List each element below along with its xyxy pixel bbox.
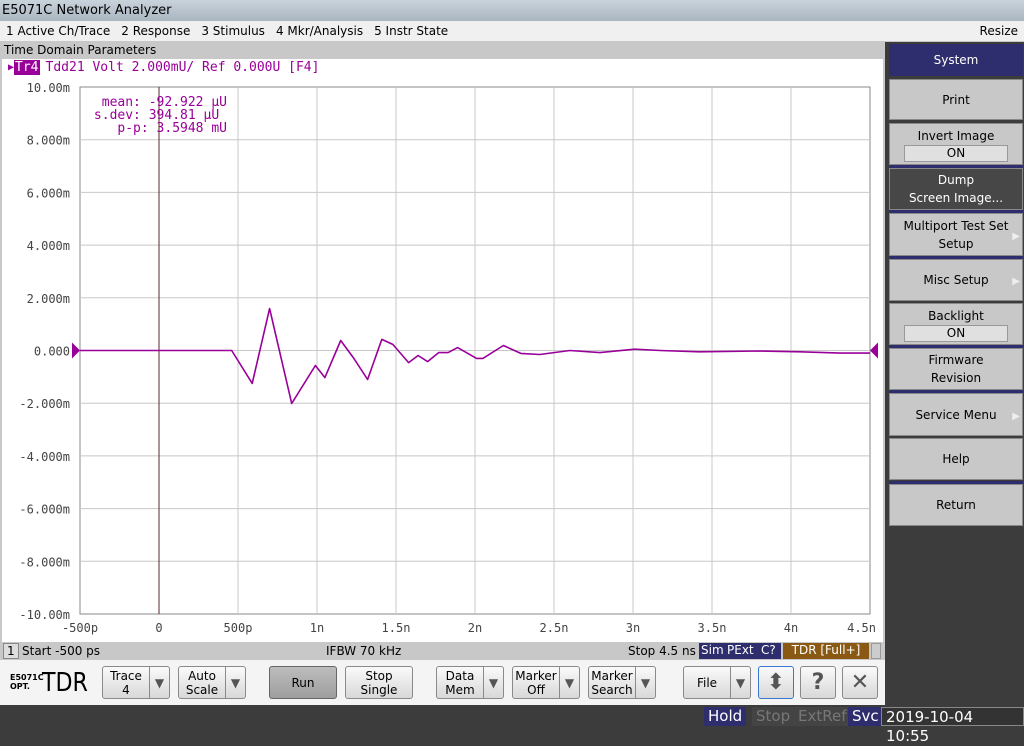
menu-bar: 1 Active Ch/Trace 2 Response 3 Stimulus …: [0, 21, 1024, 42]
y-tick-label: 4.000m: [27, 239, 70, 253]
tdr-logo: TDR: [42, 668, 88, 698]
auto-scale-button[interactable]: Auto Scale ▼: [178, 666, 246, 699]
marker-off-button[interactable]: Marker Off ▼: [512, 666, 580, 699]
softkey-backlight[interactable]: Backlight ON: [889, 303, 1023, 345]
softkey-system-title: System: [889, 44, 1023, 76]
menu-stimulus[interactable]: 3 Stimulus: [201, 24, 265, 38]
x-tick-label: 0: [155, 621, 162, 635]
y-tick-label: -8.000m: [19, 555, 70, 569]
marker-search-button[interactable]: Marker Search ▼: [588, 666, 656, 699]
sim-badge: Sim: [699, 643, 726, 659]
x-tick-label: 3n: [626, 621, 640, 635]
tdr-logo-small: E5071C OPT.: [10, 673, 44, 691]
softkey-misc-setup[interactable]: Misc Setup ▶: [889, 259, 1023, 301]
y-tick-label: -2.000m: [19, 397, 70, 411]
x-tick-label: 1n: [310, 621, 324, 635]
y-tick-label: 2.000m: [27, 292, 70, 306]
date-time: 2019-10-04 10:55: [881, 707, 1024, 745]
stop-value: Stop 4.5 ns: [628, 644, 696, 658]
y-tick-label: -6.000m: [19, 503, 70, 517]
file-button[interactable]: File ▼: [683, 666, 751, 699]
help-question-icon[interactable]: ?: [800, 666, 836, 699]
stop-indicator: Stop: [752, 707, 795, 726]
y-tick-label: 0.000: [34, 345, 70, 359]
x-tick-label: 4.5n: [847, 621, 876, 635]
softkey-print[interactable]: Print: [889, 79, 1023, 120]
tdr-plot: -500p 0 500p 1n 1.5n 2n 2.5n 3n 3.5n 4n 4.5n 10.00m…: [19, 81, 878, 635]
start-value: Start -500 ps: [22, 644, 101, 658]
data-mem-button[interactable]: Data Mem ▼: [436, 666, 504, 699]
invert-image-value: ON: [904, 144, 1008, 162]
x-tick-label: 1.5n: [382, 621, 411, 635]
x-tick-label: 4n: [784, 621, 798, 635]
pp-label: p-p:: [117, 121, 149, 136]
y-tick-label: -10.00m: [19, 608, 70, 622]
reference-marker-left-icon: [72, 342, 80, 359]
menu-mkr-analysis[interactable]: 4 Mkr/Analysis: [276, 24, 363, 38]
status-bar: 1 Start -500 ps IFBW 70 kHz Stop 4.5 ns …: [2, 642, 883, 660]
trace-button[interactable]: Trace 4 ▼: [102, 666, 170, 699]
cal-badge: C?: [756, 643, 781, 659]
tdr-badge: TDR [Full+]: [783, 643, 869, 659]
status-indicator: [871, 643, 881, 659]
x-tick-label: 2n: [468, 621, 482, 635]
trace-info: Tdd21 Volt 2.000mU/ Ref 0.000U [F4]: [45, 60, 320, 75]
x-tick-label: 500p: [224, 621, 253, 635]
menu-instr-state[interactable]: 5 Instr State: [374, 24, 448, 38]
panel-header: Time Domain Parameters: [4, 43, 157, 57]
trace-tag[interactable]: Tr4: [14, 60, 40, 75]
window-title: E5071C Network Analyzer: [2, 3, 172, 18]
svc-indicator: Svc: [848, 707, 883, 726]
y-tick-label: 10.00m: [27, 81, 70, 95]
softkey-dump-screen-image[interactable]: Dump Screen Image...: [889, 168, 1023, 210]
close-icon[interactable]: ✕: [842, 666, 878, 699]
softkey-invert-image[interactable]: Invert Image ON: [889, 123, 1023, 165]
reference-marker-right-icon: [870, 342, 878, 359]
softkey-firmware-revision[interactable]: Firmware Revision: [889, 348, 1023, 390]
chart-area[interactable]: -500p 0 500p 1n 1.5n 2n 2.5n 3n 3.5n 4n 4.5n 10.00m…: [2, 59, 883, 642]
softkey-multiport-test-set-setup[interactable]: Multiport Test Set Setup ▶: [889, 213, 1023, 256]
window-title-bar: E5071C Network Analyzer: [0, 0, 1024, 21]
chevron-down-icon[interactable]: ▼: [559, 667, 579, 698]
up-down-arrow-icon[interactable]: ⬍: [758, 666, 794, 699]
run-button[interactable]: Run: [269, 666, 337, 699]
y-tick-label: 8.000m: [27, 134, 70, 148]
y-tick-label: 6.000m: [27, 186, 70, 200]
chevron-right-icon: ▶: [1012, 410, 1020, 422]
pp-value: 3.5948 mU: [156, 121, 227, 136]
chevron-down-icon[interactable]: ▼: [483, 667, 503, 698]
menu-active-ch-trace[interactable]: 1 Active Ch/Trace: [6, 24, 110, 38]
menu-resize[interactable]: Resize: [980, 24, 1018, 38]
stop-single-button[interactable]: Stop Single: [345, 666, 413, 699]
y-tick-label: -4.000m: [19, 450, 70, 464]
chevron-down-icon[interactable]: ▼: [730, 667, 750, 698]
menu-response[interactable]: 2 Response: [121, 24, 190, 38]
chevron-down-icon[interactable]: ▼: [635, 667, 655, 698]
trace-header: ▶ Tr4 Tdd21 Volt 2.000mU/ Ref 0.000U [F4…: [8, 60, 319, 75]
backlight-value: ON: [904, 324, 1008, 342]
x-tick-label: 2.5n: [540, 621, 569, 635]
x-tick-label: -500p: [62, 621, 98, 635]
channel-number[interactable]: 1: [3, 643, 19, 659]
extref-indicator: ExtRef: [794, 707, 851, 726]
chevron-down-icon[interactable]: ▼: [149, 667, 169, 698]
chevron-down-icon[interactable]: ▼: [225, 667, 245, 698]
statistics-box: mean: -92.922 µU s.dev: 394.81 µU p-p: 3…: [87, 96, 227, 135]
chevron-right-icon: ▶: [1012, 276, 1020, 287]
x-tick-label: 3.5n: [698, 621, 727, 635]
softkey-return[interactable]: Return: [889, 484, 1023, 526]
chevron-right-icon: ▶: [1012, 230, 1020, 242]
hold-indicator: Hold: [704, 707, 747, 726]
softkey-service-menu[interactable]: Service Menu ▶: [889, 393, 1023, 436]
ifbw-value: IFBW 70 kHz: [326, 644, 402, 658]
pext-badge: PExt: [725, 643, 756, 659]
tdr-toolbar: E5071C OPT. TDR Trace 4 ▼ Auto Scale ▼ Run St…: [0, 660, 885, 705]
softkey-help[interactable]: Help: [889, 438, 1023, 480]
